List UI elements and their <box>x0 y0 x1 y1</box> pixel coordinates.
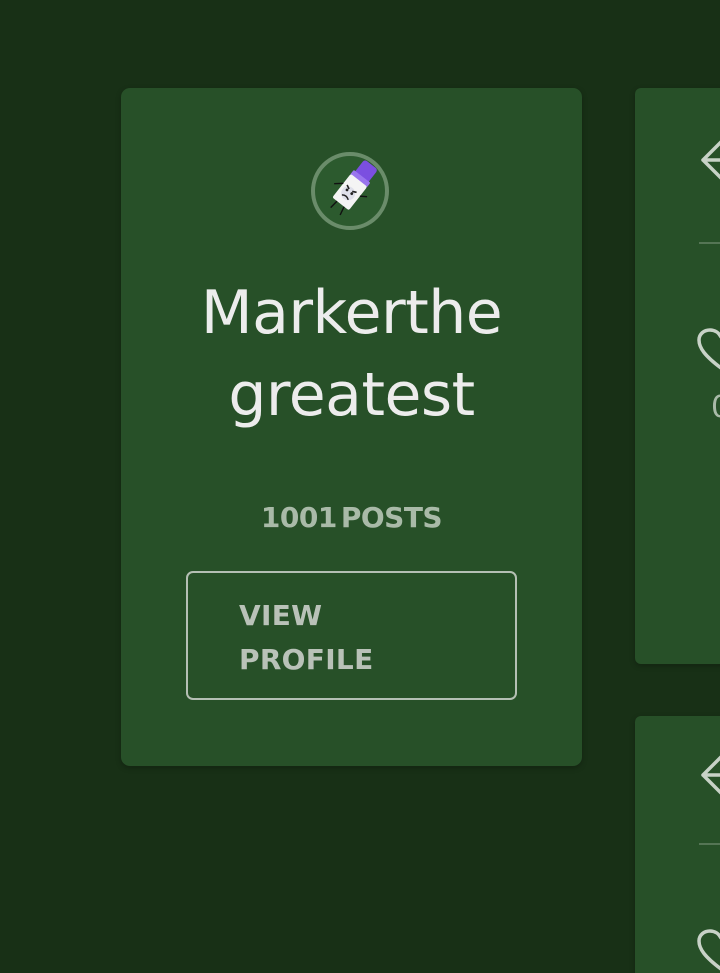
avatar[interactable] <box>311 152 389 230</box>
post-count: 1001 POSTS <box>121 500 582 536</box>
side-card[interactable]: 0 <box>635 88 720 664</box>
divider <box>699 242 720 244</box>
arrow-left-icon[interactable] <box>697 138 720 182</box>
post-count-label: POSTS <box>340 501 443 534</box>
arrow-left-icon[interactable] <box>697 753 720 797</box>
like-count: 0 <box>711 390 720 426</box>
divider <box>699 843 720 845</box>
side-card[interactable] <box>635 716 720 973</box>
profile-card: Markerthe greatest 1001 POSTS VIEW PROFIL… <box>121 88 582 766</box>
marker-character-icon <box>330 160 377 216</box>
view-profile-label: VIEW PROFILE <box>239 599 374 676</box>
heart-outline-icon[interactable] <box>697 328 720 372</box>
heart-outline-icon[interactable] <box>697 929 720 973</box>
view-profile-button[interactable]: VIEW PROFILE <box>186 571 517 700</box>
post-count-number: 1001 <box>260 501 337 534</box>
profile-username: Markerthe greatest <box>200 278 503 430</box>
